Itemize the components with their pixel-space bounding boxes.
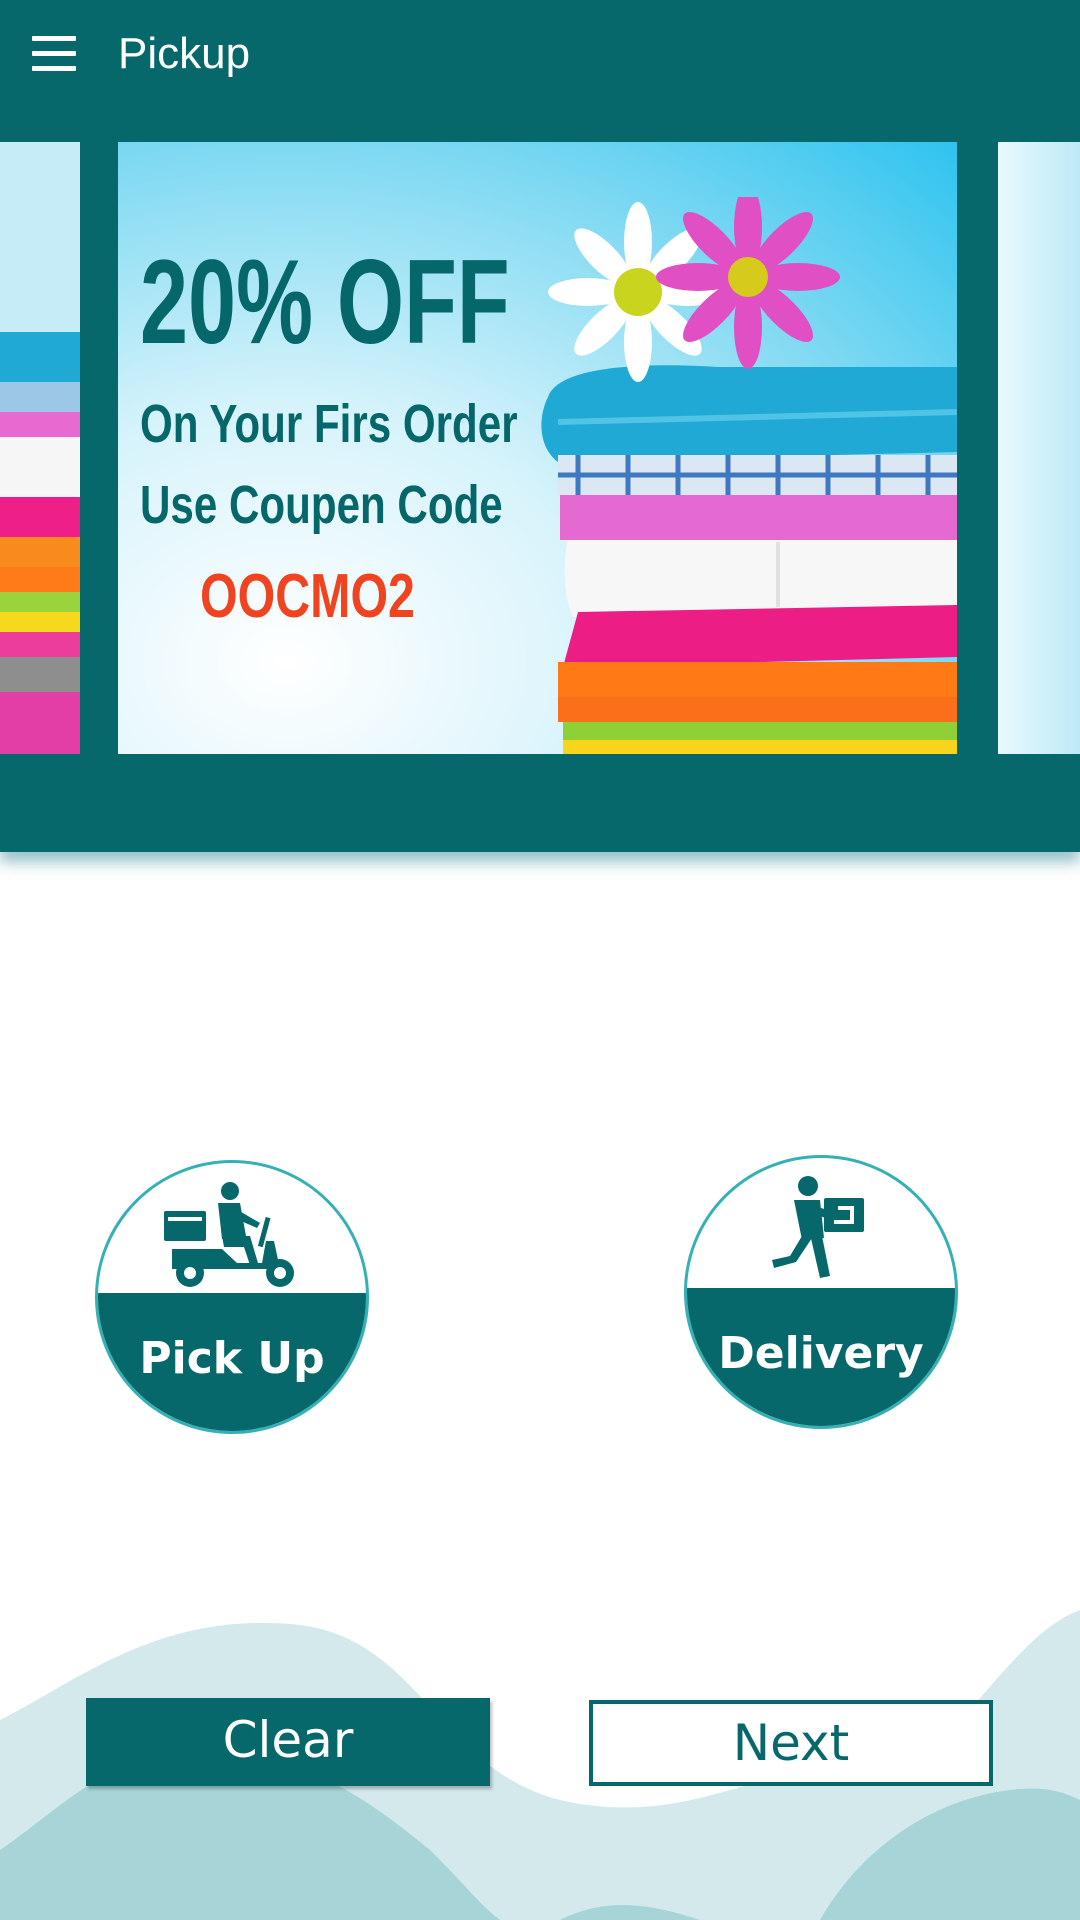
delivery-option-label: Delivery <box>718 1328 924 1379</box>
clear-button[interactable]: Clear <box>86 1698 490 1786</box>
pickup-option-label: Pick Up <box>139 1333 325 1384</box>
promo-banner[interactable]: 20% OFF On Your Firs Order Use Coupen Co… <box>118 142 957 754</box>
hamburger-menu-icon[interactable] <box>32 36 76 72</box>
delivery-option-button[interactable]: Delivery <box>684 1155 958 1429</box>
carousel-card-next[interactable] <box>998 142 1080 754</box>
header-banner-area: Pickup 20% OFF On Your Firs Order Use Co… <box>0 0 1080 852</box>
next-button[interactable]: Next <box>589 1700 993 1786</box>
clothes-stack-flowers-image <box>541 197 957 754</box>
page-title: Pickup <box>118 29 251 78</box>
pickup-option-button[interactable]: Pick Up <box>95 1160 369 1434</box>
promo-line-2: Use Coupen Code <box>140 475 503 535</box>
carousel-card-previous[interactable] <box>0 142 80 754</box>
scooter-rider-icon <box>164 1182 294 1287</box>
promo-headline: 20% OFF <box>140 235 510 369</box>
folded-clothes-image <box>0 142 80 754</box>
running-courier-box-icon <box>772 1176 864 1278</box>
promo-line-1: On Your Firs Order <box>140 394 518 454</box>
coupon-code: OOCMO2 <box>200 562 415 631</box>
